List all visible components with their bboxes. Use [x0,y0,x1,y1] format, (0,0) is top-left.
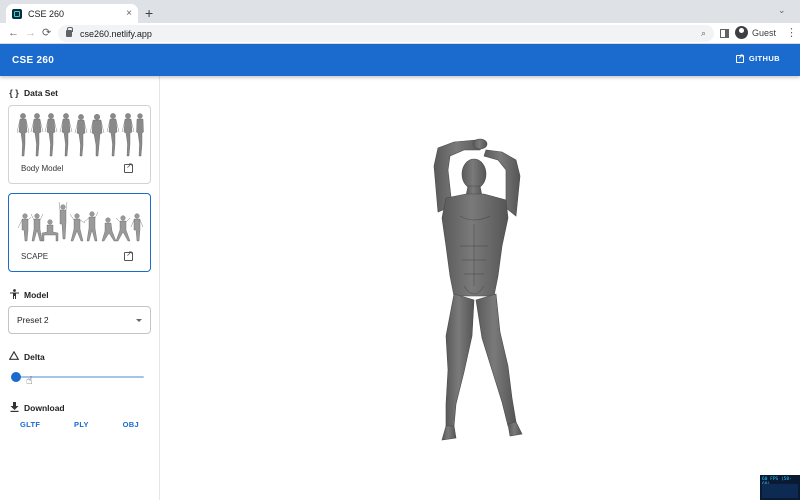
download-icon [9,402,19,414]
download-obj-button[interactable]: OBJ [123,420,139,429]
delta-heading: Delta [8,350,45,362]
browser-toolbar: ← → ⟳ cse260.netlify.app ⌕ Guest ⋮ [0,23,800,44]
card-label-scape: SCAPE [21,252,49,261]
curly-braces-icon: { } [9,88,19,98]
dataset-card-scape[interactable]: SCAPE [8,193,151,272]
dropdown-caret-icon [136,318,142,322]
fps-graph [762,484,798,498]
profile-button[interactable]: Guest [735,26,776,39]
github-button[interactable]: GITHUB [735,53,780,63]
avatar [735,26,748,39]
model-select[interactable]: Preset 2 [8,306,151,334]
open-in-new-icon [735,53,744,63]
card-label-body-model: Body Model [21,164,64,173]
dataset-heading: { } Data Set [9,88,58,98]
zoom-icon[interactable]: ⌕ [701,28,706,39]
slider-thumb[interactable] [11,372,21,382]
lock-icon [66,27,73,37]
tab-search-chevron-icon[interactable]: ⌄ [778,5,786,16]
app-title: CSE 260 [12,54,55,66]
body-model-thumbnail [17,113,144,157]
model-heading-label: Model [24,290,49,300]
delta-heading-label: Delta [24,351,45,362]
model-select-value: Preset 2 [17,315,49,325]
download-ply-button[interactable]: PLY [74,420,89,429]
browser-tabstrip: CSE 260 × + ⌄ [0,0,800,23]
forward-button[interactable]: → [25,25,36,41]
delta-slider[interactable] [11,372,144,382]
download-gltf-button[interactable]: GLTF [20,420,40,429]
open-in-new-icon[interactable] [124,161,133,173]
person-icon [9,289,19,301]
new-tab-button[interactable]: + [145,4,153,22]
download-buttons: GLTF PLY OBJ [8,420,151,429]
address-bar[interactable]: cse260.netlify.app ⌕ [58,25,714,42]
sidebar: { } Data Set Body Model ↗ SCAPE ↗ Model … [0,76,160,500]
download-heading: Download [9,402,65,414]
dataset-heading-label: Data Set [24,88,59,98]
browser-tab[interactable]: CSE 260 × [6,4,138,23]
tab-title: CSE 260 [28,8,65,19]
slider-rail [16,375,144,378]
reload-button[interactable]: ⟳ [42,25,51,41]
download-heading-label: Download [24,403,65,413]
triangle-icon [8,350,20,362]
open-in-new-icon[interactable] [124,249,133,261]
app-bar: CSE 260 GITHUB [0,44,800,76]
scape-thumbnail [17,201,144,242]
browser-menu-icon[interactable]: ⋮ [786,26,797,39]
pointer-cursor-icon: ☝ [26,375,33,387]
human-mesh-model[interactable] [424,136,534,446]
back-button[interactable]: ← [8,25,19,41]
site-favicon-icon [12,8,22,19]
url-text[interactable]: cse260.netlify.app [80,29,701,39]
model-heading: Model [9,289,49,301]
profile-label: Guest [752,27,777,38]
dataset-card-body-model[interactable]: Body Model [8,105,151,184]
fps-stats-panel: 60 FPS (58-60) [760,475,800,500]
github-label: GITHUB [748,54,780,63]
side-panel-icon[interactable] [720,29,729,38]
tab-close-icon[interactable]: × [126,8,132,19]
3d-viewport[interactable] [160,76,800,500]
